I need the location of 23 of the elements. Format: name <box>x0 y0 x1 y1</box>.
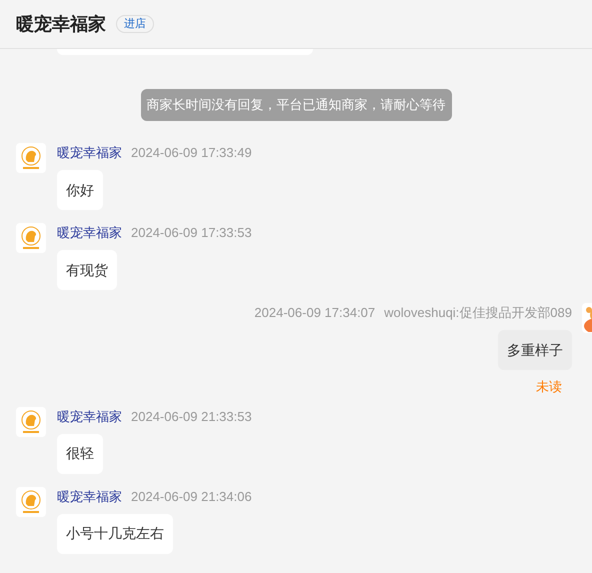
shop-logo-avatar <box>16 486 46 516</box>
shop-logo-avatar <box>16 406 46 436</box>
shop-logo-avatar <box>16 143 46 173</box>
message-time: 2024-06-09 21:34:06 <box>131 488 252 506</box>
message-time: 2024-06-09 17:33:53 <box>131 224 252 242</box>
message-time: 2024-06-09 17:33:49 <box>131 144 252 162</box>
message-time: 2024-06-09 17:34:07 <box>254 304 376 322</box>
shop-logo-avatar <box>16 223 46 253</box>
sender-name: 暖宠幸福家 <box>57 144 122 162</box>
message-time: 2024-06-09 21:33:53 <box>131 408 252 426</box>
unread-status: 未读 <box>536 378 562 396</box>
shop-title: 暖宠幸福家 <box>16 12 106 36</box>
message-bubble: 多重样子 <box>498 330 572 370</box>
sender-name: 暖宠幸福家 <box>57 488 122 506</box>
message-bubble: 有现货 <box>57 250 117 290</box>
message-bubble: 你好 <box>57 170 103 210</box>
message-bubble: 小号十几克左右 <box>57 514 173 554</box>
message-bubble: 很轻 <box>57 434 103 474</box>
system-notice: 商家长时间没有回复，平台已通知商家，请耐心等待 <box>140 89 452 121</box>
shop-button[interactable]: 进店 <box>116 15 154 33</box>
sender-name: 暖宠幸福家 <box>57 224 122 242</box>
sender-name: 暖宠幸福家 <box>57 408 122 426</box>
sender-name: woloveshuqi:促佳搜品开发部089 <box>384 304 572 322</box>
